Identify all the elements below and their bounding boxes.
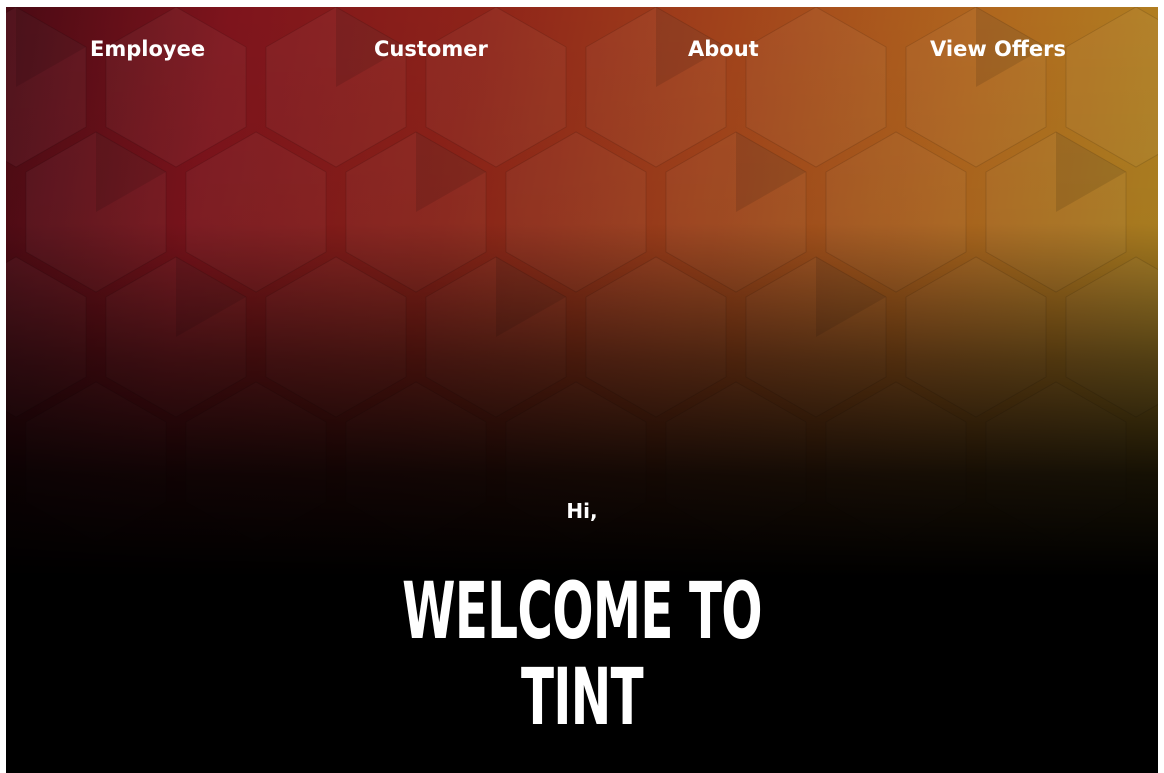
top-navigation: Employee Customer About View Offers (6, 31, 1158, 67)
nav-link-employee[interactable]: Employee (90, 31, 205, 67)
headline-line-1: WELCOME TO (402, 567, 762, 657)
nav-link-customer[interactable]: Customer (374, 31, 488, 67)
headline-line-2: TINT (521, 653, 644, 743)
page-frame: Employee Customer About View Offers Hi, … (6, 7, 1158, 773)
welcome-headline: WELCOME TO TINT (6, 569, 1158, 741)
nav-link-view-offers[interactable]: View Offers (930, 31, 1066, 67)
hero-fade-overlay (6, 7, 1158, 577)
nav-link-about[interactable]: About (688, 31, 759, 67)
greeting-text: Hi, (566, 499, 598, 523)
